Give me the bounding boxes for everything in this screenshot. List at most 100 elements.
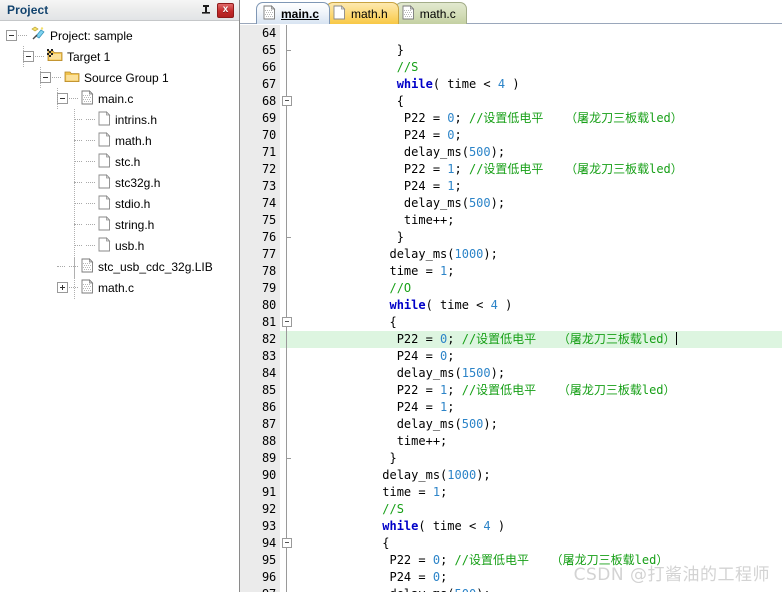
code-line-current[interactable]: 82 P22 = 0; //设置低电平 （屠龙刀三板载led）: [240, 331, 782, 348]
fold-margin[interactable]: [280, 76, 306, 93]
tree-item-source-group-1[interactable]: Source Group 1: [0, 67, 239, 88]
fold-margin[interactable]: [280, 263, 306, 280]
editor-tabstrip[interactable]: main.c math.h math.c: [240, 0, 782, 24]
fold-margin[interactable]: [280, 297, 306, 314]
fold-margin[interactable]: [280, 348, 306, 365]
code-line[interactable]: 72 P22 = 1; //设置低电平 （屠龙刀三板载led）: [240, 161, 782, 178]
tree-item-intrins-h[interactable]: intrins.h: [0, 109, 239, 130]
header-file-icon: [333, 4, 346, 23]
fold-collapse-icon[interactable]: [282, 96, 292, 106]
tab-main-c[interactable]: main.c: [256, 2, 331, 24]
fold-margin[interactable]: [280, 552, 306, 569]
fold-margin[interactable]: [280, 212, 306, 229]
code-line[interactable]: 73 P24 = 1;: [240, 178, 782, 195]
tab-math-h[interactable]: math.h: [326, 2, 399, 24]
fold-margin[interactable]: [280, 42, 306, 59]
tree-item-project-sample[interactable]: Project: sample: [0, 25, 239, 46]
close-icon[interactable]: x: [217, 2, 234, 18]
code-line[interactable]: 68 {: [240, 93, 782, 110]
code-line[interactable]: 97 delay_ms(500);: [240, 586, 782, 592]
collapse-icon[interactable]: [6, 30, 17, 41]
fold-margin[interactable]: [280, 93, 306, 110]
code-line[interactable]: 88 time++;: [240, 433, 782, 450]
collapse-icon[interactable]: [40, 72, 51, 83]
code-editor[interactable]: 64 65 } 66 //S 67 while( time < 4 ) 68 {69 P…: [240, 24, 782, 592]
code-line[interactable]: 96 P24 = 0;: [240, 569, 782, 586]
fold-margin[interactable]: [280, 433, 306, 450]
tree-item-stc-h[interactable]: stc.h: [0, 151, 239, 172]
fold-margin[interactable]: [280, 144, 306, 161]
fold-margin[interactable]: [280, 229, 306, 246]
code-line[interactable]: 87 delay_ms(500);: [240, 416, 782, 433]
fold-margin[interactable]: [280, 110, 306, 127]
code-line[interactable]: 76 }: [240, 229, 782, 246]
fold-margin[interactable]: [280, 246, 306, 263]
collapse-icon[interactable]: [57, 93, 68, 104]
fold-collapse-icon[interactable]: [282, 538, 292, 548]
code-line[interactable]: 78 time = 1;: [240, 263, 782, 280]
pin-icon[interactable]: [197, 2, 215, 19]
code-line[interactable]: 75 time++;: [240, 212, 782, 229]
tree-item-usb-h[interactable]: usb.h: [0, 235, 239, 256]
fold-margin[interactable]: [280, 280, 306, 297]
fold-margin[interactable]: [280, 518, 306, 535]
fold-margin[interactable]: [280, 416, 306, 433]
tree-connector: [74, 240, 85, 251]
fold-margin[interactable]: [280, 25, 306, 42]
code-line[interactable]: 81 {: [240, 314, 782, 331]
tab-math-c[interactable]: math.c: [394, 2, 467, 24]
code-line[interactable]: 79 //O: [240, 280, 782, 297]
code-line[interactable]: 93 while( time < 4 ): [240, 518, 782, 535]
fold-margin[interactable]: [280, 365, 306, 382]
code-lines[interactable]: 64 65 } 66 //S 67 while( time < 4 ) 68 {69 P…: [240, 25, 782, 592]
fold-margin[interactable]: [280, 586, 306, 592]
tree-item-target-1[interactable]: Target 1: [0, 46, 239, 67]
code-line[interactable]: 90 delay_ms(1000);: [240, 467, 782, 484]
tree-item-stdio-h[interactable]: stdio.h: [0, 193, 239, 214]
fold-margin[interactable]: [280, 399, 306, 416]
code-line[interactable]: 70 P24 = 0;: [240, 127, 782, 144]
fold-margin[interactable]: [280, 178, 306, 195]
code-line[interactable]: 65 }: [240, 42, 782, 59]
code-line[interactable]: 77 delay_ms(1000);: [240, 246, 782, 263]
code-line[interactable]: 80 while( time < 4 ): [240, 297, 782, 314]
fold-margin[interactable]: [280, 382, 306, 399]
code-line[interactable]: 85 P22 = 1; //设置低电平 （屠龙刀三板载led）: [240, 382, 782, 399]
code-line[interactable]: 94 {: [240, 535, 782, 552]
fold-margin[interactable]: [280, 331, 306, 348]
collapse-icon[interactable]: [23, 51, 34, 62]
tree-item-stc32g-h[interactable]: stc32g.h: [0, 172, 239, 193]
code-line[interactable]: 69 P22 = 0; //设置低电平 （屠龙刀三板载led）: [240, 110, 782, 127]
code-line[interactable]: 92 //S: [240, 501, 782, 518]
code-line[interactable]: 89 }: [240, 450, 782, 467]
code-line[interactable]: 74 delay_ms(500);: [240, 195, 782, 212]
fold-margin[interactable]: [280, 569, 306, 586]
fold-margin[interactable]: [280, 195, 306, 212]
tree-item-stc-usb-cdc-32g-lib[interactable]: stc_usb_cdc_32g.LIB: [0, 256, 239, 277]
tree-item-math-c[interactable]: math.c: [0, 277, 239, 298]
code-line[interactable]: 71 delay_ms(500);: [240, 144, 782, 161]
code-line[interactable]: 95 P22 = 0; //设置低电平 （屠龙刀三板载led）: [240, 552, 782, 569]
code-line[interactable]: 84 delay_ms(1500);: [240, 365, 782, 382]
code-line[interactable]: 91 time = 1;: [240, 484, 782, 501]
tree-item-main-c[interactable]: main.c: [0, 88, 239, 109]
fold-margin[interactable]: [280, 314, 306, 331]
code-line[interactable]: 64: [240, 25, 782, 42]
fold-collapse-icon[interactable]: [282, 317, 292, 327]
fold-margin[interactable]: [280, 59, 306, 76]
fold-margin[interactable]: [280, 127, 306, 144]
code-line[interactable]: 86 P24 = 1;: [240, 399, 782, 416]
code-line[interactable]: 83 P24 = 0;: [240, 348, 782, 365]
expand-icon[interactable]: [57, 282, 68, 293]
fold-margin[interactable]: [280, 161, 306, 178]
tree-item-string-h[interactable]: string.h: [0, 214, 239, 235]
fold-margin[interactable]: [280, 484, 306, 501]
fold-margin[interactable]: [280, 501, 306, 518]
fold-margin[interactable]: [280, 450, 306, 467]
code-line[interactable]: 67 while( time < 4 ): [240, 76, 782, 93]
project-tree[interactable]: Project: sample Target 1 Source Group 1 mai…: [0, 21, 239, 592]
tree-item-math-h[interactable]: math.h: [0, 130, 239, 151]
code-line[interactable]: 66 //S: [240, 59, 782, 76]
fold-margin[interactable]: [280, 467, 306, 484]
fold-margin[interactable]: [280, 535, 306, 552]
